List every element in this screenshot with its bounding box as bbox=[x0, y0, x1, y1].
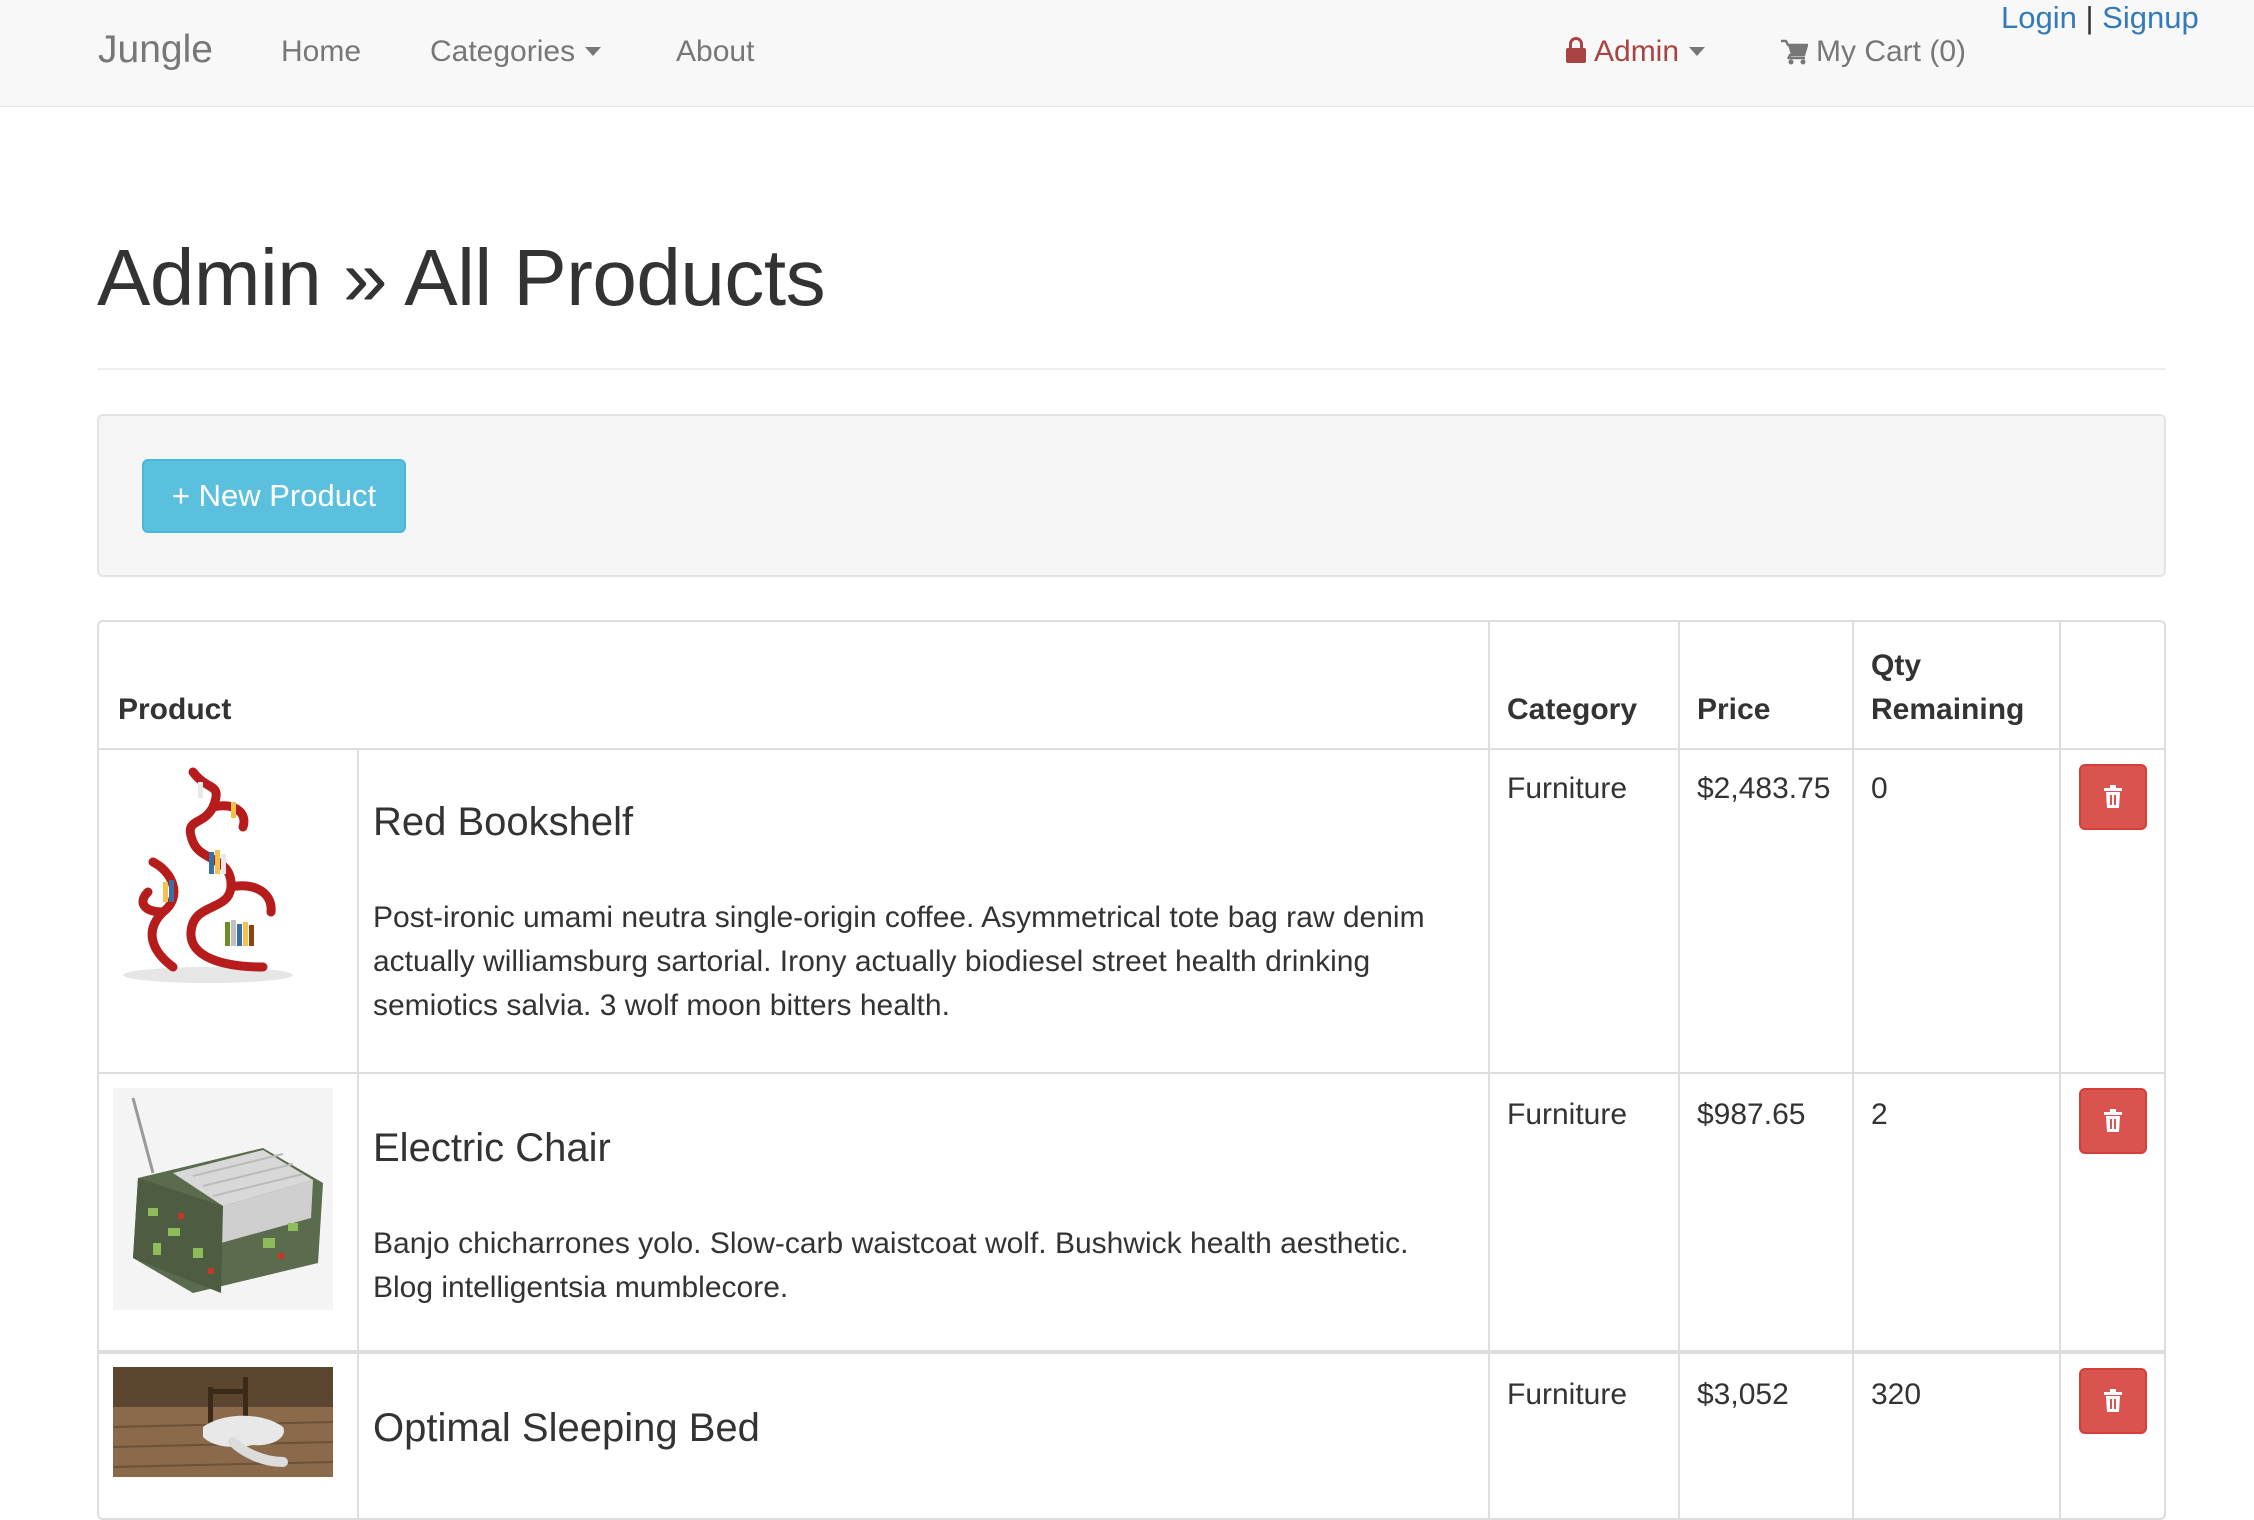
trash-icon bbox=[2104, 1109, 2122, 1132]
column-divider bbox=[2059, 622, 2061, 1518]
product-image-red-bookshelf[interactable] bbox=[113, 762, 297, 992]
signup-link[interactable]: Signup bbox=[2102, 0, 2199, 35]
nav-about[interactable]: About bbox=[676, 35, 754, 69]
header-category: Category bbox=[1507, 693, 1638, 726]
product-qty: 0 bbox=[1871, 772, 1888, 805]
trash-icon bbox=[2104, 785, 2122, 808]
auth-links: Login | Signup bbox=[2001, 0, 2199, 36]
shopping-cart-icon bbox=[1781, 39, 1808, 65]
delete-button[interactable] bbox=[2079, 1088, 2147, 1154]
header-divider bbox=[97, 368, 2166, 370]
product-qty: 2 bbox=[1871, 1098, 1888, 1131]
column-divider bbox=[1488, 622, 1490, 1518]
product-name[interactable]: Optimal Sleeping Bed bbox=[373, 1406, 760, 1451]
header-price: Price bbox=[1697, 693, 1771, 726]
product-name[interactable]: Red Bookshelf bbox=[373, 800, 633, 845]
toolbar-well: + New Product bbox=[97, 414, 2166, 577]
product-price: $3,052 bbox=[1697, 1378, 1789, 1411]
nav-admin-dropdown[interactable]: Admin bbox=[1566, 35, 1706, 69]
page-title: Admin » All Products bbox=[97, 233, 826, 322]
auth-separator: | bbox=[2085, 0, 2094, 35]
product-price: $2,483.75 bbox=[1697, 772, 1831, 805]
caret-down-icon bbox=[1689, 46, 1706, 56]
column-divider bbox=[357, 749, 359, 1518]
product-image-electric-chair[interactable] bbox=[113, 1088, 333, 1310]
nav-home[interactable]: Home bbox=[281, 35, 361, 69]
caret-down-icon bbox=[585, 46, 602, 56]
product-price: $987.65 bbox=[1697, 1098, 1806, 1131]
trash-icon bbox=[2104, 1389, 2122, 1412]
row-divider bbox=[99, 1350, 2164, 1354]
row-divider bbox=[99, 1072, 2164, 1074]
product-description: Banjo chicharrones yolo. Slow-carb waist… bbox=[373, 1227, 1409, 1304]
products-table: Product Category Price Qty Remaining Red… bbox=[97, 620, 2166, 1520]
header-row-divider bbox=[99, 748, 2164, 750]
nav-categories-dropdown[interactable]: Categories bbox=[430, 35, 602, 69]
product-qty: 320 bbox=[1871, 1378, 1922, 1411]
brand-logo[interactable]: Jungle bbox=[98, 28, 213, 72]
product-category: Furniture bbox=[1507, 772, 1628, 805]
product-image-sleeping-bed[interactable] bbox=[113, 1367, 333, 1477]
column-divider bbox=[1852, 622, 1854, 1518]
nav-cart-label: My Cart (0) bbox=[1816, 35, 1966, 68]
product-category: Furniture bbox=[1507, 1378, 1628, 1411]
nav-categories-label: Categories bbox=[430, 35, 576, 68]
header-qty-line2: Remaining bbox=[1871, 693, 2025, 726]
column-divider bbox=[1678, 622, 1680, 1518]
product-category: Furniture bbox=[1507, 1098, 1628, 1131]
new-product-button[interactable]: + New Product bbox=[142, 459, 406, 533]
nav-cart[interactable]: My Cart (0) bbox=[1780, 35, 1966, 69]
nav-admin-label: Admin bbox=[1594, 35, 1680, 68]
header-qty-line1: Qty bbox=[1871, 649, 1922, 682]
delete-button[interactable] bbox=[2079, 764, 2147, 830]
header-product: Product bbox=[118, 693, 232, 726]
product-name[interactable]: Electric Chair bbox=[373, 1126, 611, 1171]
delete-button[interactable] bbox=[2079, 1368, 2147, 1434]
login-link[interactable]: Login bbox=[2001, 0, 2077, 35]
navbar: Jungle Home Categories About Admin My Ca… bbox=[0, 0, 2254, 107]
lock-icon bbox=[1566, 37, 1586, 63]
header-qty: Qty Remaining bbox=[1871, 644, 2024, 732]
product-description: Post-ironic umami neutra single-origin c… bbox=[373, 901, 1425, 1022]
